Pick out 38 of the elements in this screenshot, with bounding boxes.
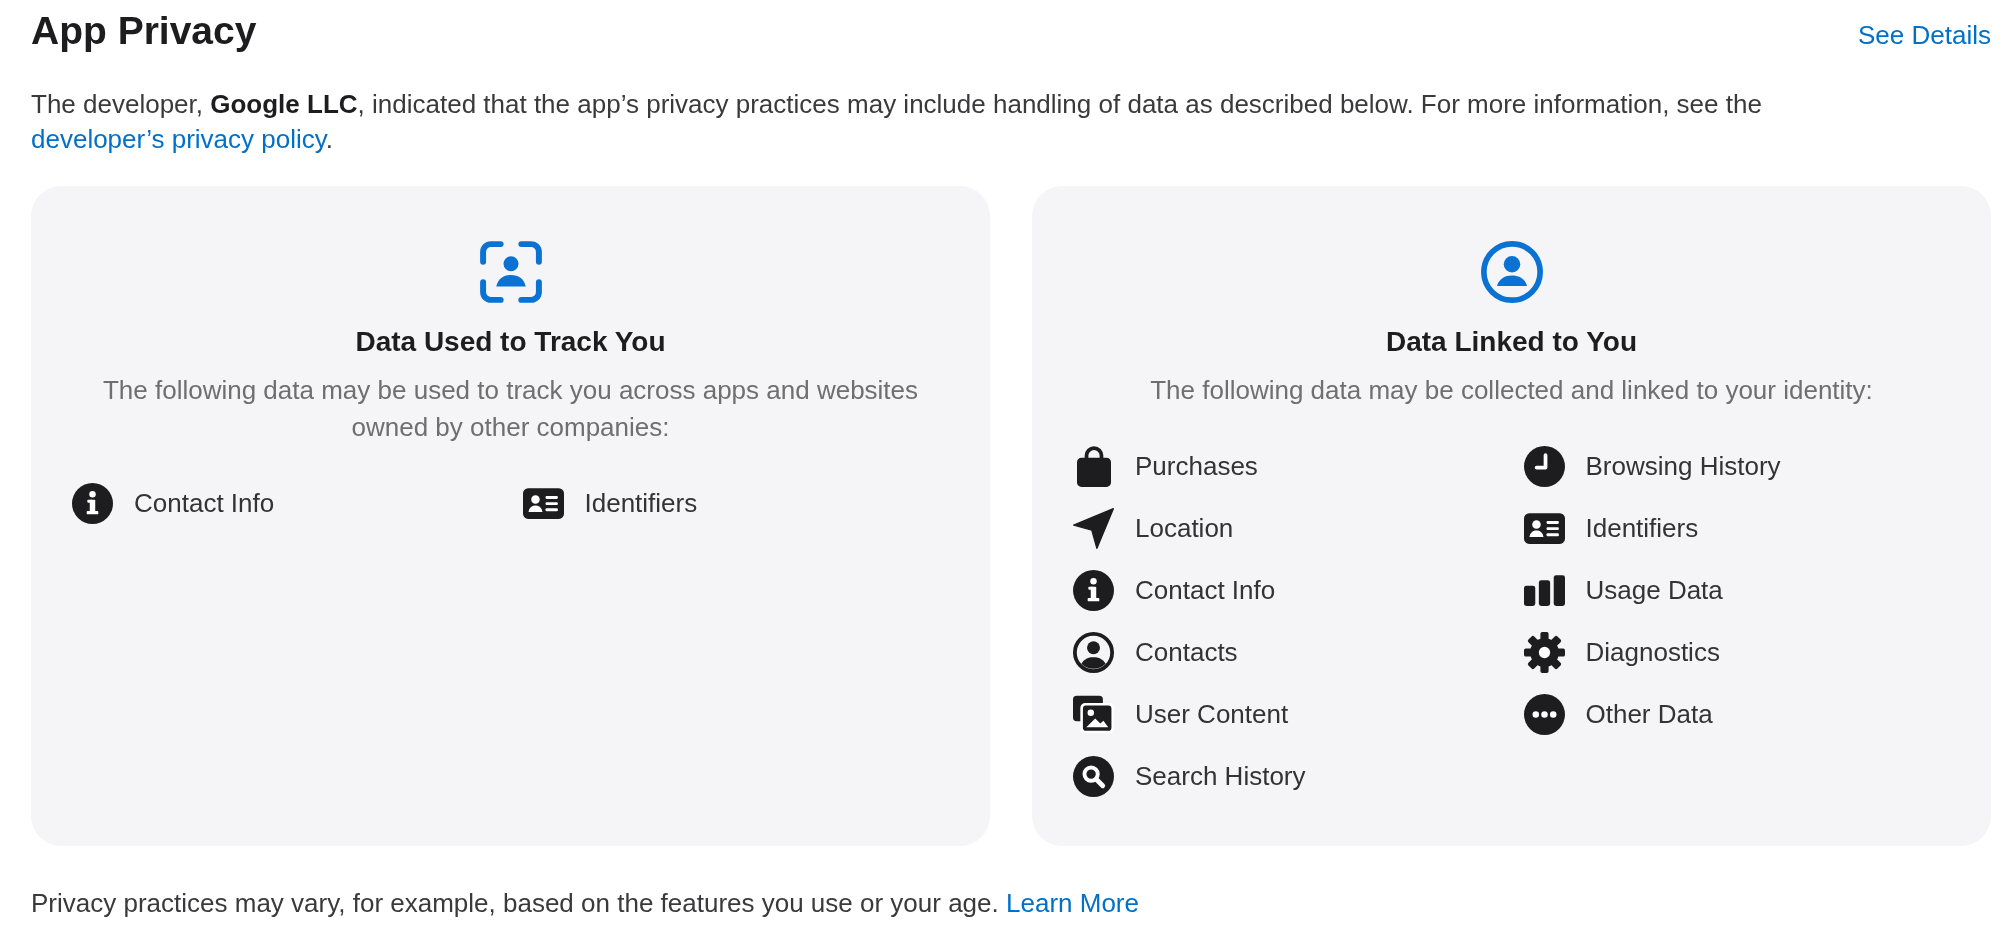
id-card-icon (1523, 512, 1565, 544)
card-title: Data Linked to You (1386, 325, 1637, 359)
clock-icon (1523, 445, 1565, 487)
data-type-label: Browsing History (1585, 450, 1781, 483)
data-type-label: Contact Info (1135, 574, 1276, 607)
privacy-note: Privacy practices may vary, for example, based on the features you use or your age. Learn More (31, 887, 1140, 920)
gear-icon (1523, 631, 1565, 673)
info-icon (72, 482, 113, 524)
data-type-label: Identifiers (584, 487, 698, 520)
location-arrow-icon (1073, 507, 1114, 549)
section-title: App Privacy (31, 8, 257, 54)
privacy-policy-link[interactable]: developer’s privacy policy (31, 124, 326, 154)
data-type-label: Diagnostics (1585, 636, 1720, 669)
data-type-label: Other Data (1585, 698, 1713, 731)
see-details-link[interactable]: See Details (1858, 20, 1991, 51)
photos-icon (1073, 693, 1114, 735)
bar-chart-icon (1523, 574, 1565, 606)
more-icon (1523, 693, 1565, 735)
search-icon (1073, 755, 1114, 797)
person-circle-icon (1073, 631, 1114, 673)
shopping-bag-icon (1076, 445, 1111, 487)
data-type-label: Identifiers (1585, 512, 1699, 545)
info-icon (1073, 569, 1114, 611)
card-description: The following data may be collected and linked to your identity: (1150, 374, 1873, 407)
data-type-label: Contact Info (134, 487, 275, 520)
data-type-label: Purchases (1135, 450, 1258, 483)
privacy-description: The developer, Google LLC, indicated that the app’s privacy practices may include handling of data as described below. For more information, see the developer’s privacy policy. (31, 88, 1763, 156)
person-in-frame-icon (479, 241, 542, 303)
data-type-label: User Content (1135, 698, 1289, 731)
data-type-label: Usage Data (1585, 574, 1723, 607)
card-description: The following data may be used to track you across apps and websites owned by other companies: (101, 374, 920, 444)
data-type-label: Contacts (1135, 636, 1238, 669)
data-type-label: Location (1135, 512, 1234, 545)
data-type-label: Search History (1135, 760, 1306, 793)
person-circle-icon (1480, 241, 1543, 303)
card-title: Data Used to Track You (355, 325, 666, 359)
id-card-icon (522, 487, 564, 519)
learn-more-link[interactable]: Learn More (1006, 888, 1139, 918)
